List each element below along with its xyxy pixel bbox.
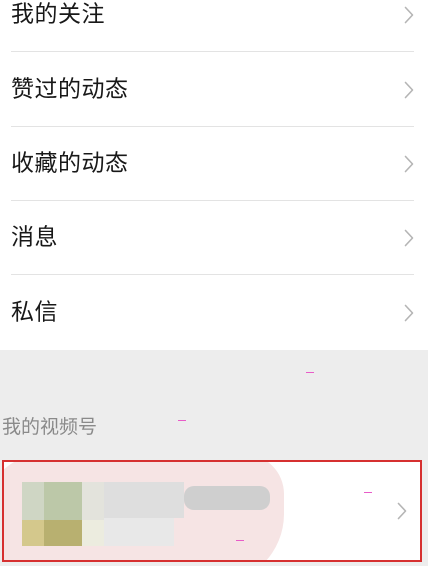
blurred-avatar bbox=[44, 482, 82, 520]
menu-item-messages[interactable]: 消息 bbox=[0, 201, 428, 275]
chevron-right-icon bbox=[404, 6, 414, 24]
blurred-avatar bbox=[22, 482, 44, 520]
menu-item-label: 赞过的动态 bbox=[11, 76, 129, 103]
menu-item-liked-posts[interactable]: 赞过的动态 bbox=[0, 53, 428, 127]
menu-item-favorited-posts[interactable]: 收藏的动态 bbox=[0, 127, 428, 201]
menu-item-following[interactable]: 我的关注 bbox=[0, 0, 428, 52]
settings-menu: 我的关注 赞过的动态 收藏的动态 消息 私信 bbox=[0, 0, 428, 350]
blurred-channel-name bbox=[104, 482, 184, 518]
menu-item-private-messages[interactable]: 私信 bbox=[0, 276, 428, 350]
menu-item-label: 收藏的动态 bbox=[11, 150, 129, 177]
divider bbox=[11, 51, 414, 52]
blurred-channel-name bbox=[104, 518, 174, 546]
chevron-right-icon bbox=[404, 229, 414, 247]
chevron-right-icon bbox=[397, 502, 407, 520]
artifact-mark bbox=[178, 420, 186, 421]
chevron-right-icon bbox=[404, 81, 414, 99]
my-channel-entry[interactable] bbox=[2, 460, 422, 562]
chevron-right-icon bbox=[404, 155, 414, 173]
blurred-avatar bbox=[82, 482, 104, 520]
chevron-right-icon bbox=[404, 304, 414, 322]
menu-item-label: 我的关注 bbox=[11, 1, 105, 28]
blurred-avatar bbox=[22, 520, 44, 546]
blurred-channel-name bbox=[184, 486, 270, 510]
blurred-avatar bbox=[82, 520, 104, 546]
artifact-mark bbox=[236, 540, 244, 541]
artifact-mark bbox=[364, 492, 372, 493]
divider bbox=[11, 274, 414, 275]
artifact-mark bbox=[306, 372, 314, 373]
section-title-my-channels: 我的视频号 bbox=[2, 416, 98, 438]
blurred-avatar bbox=[44, 520, 82, 546]
menu-item-label: 消息 bbox=[11, 224, 58, 251]
menu-item-label: 私信 bbox=[11, 299, 58, 326]
